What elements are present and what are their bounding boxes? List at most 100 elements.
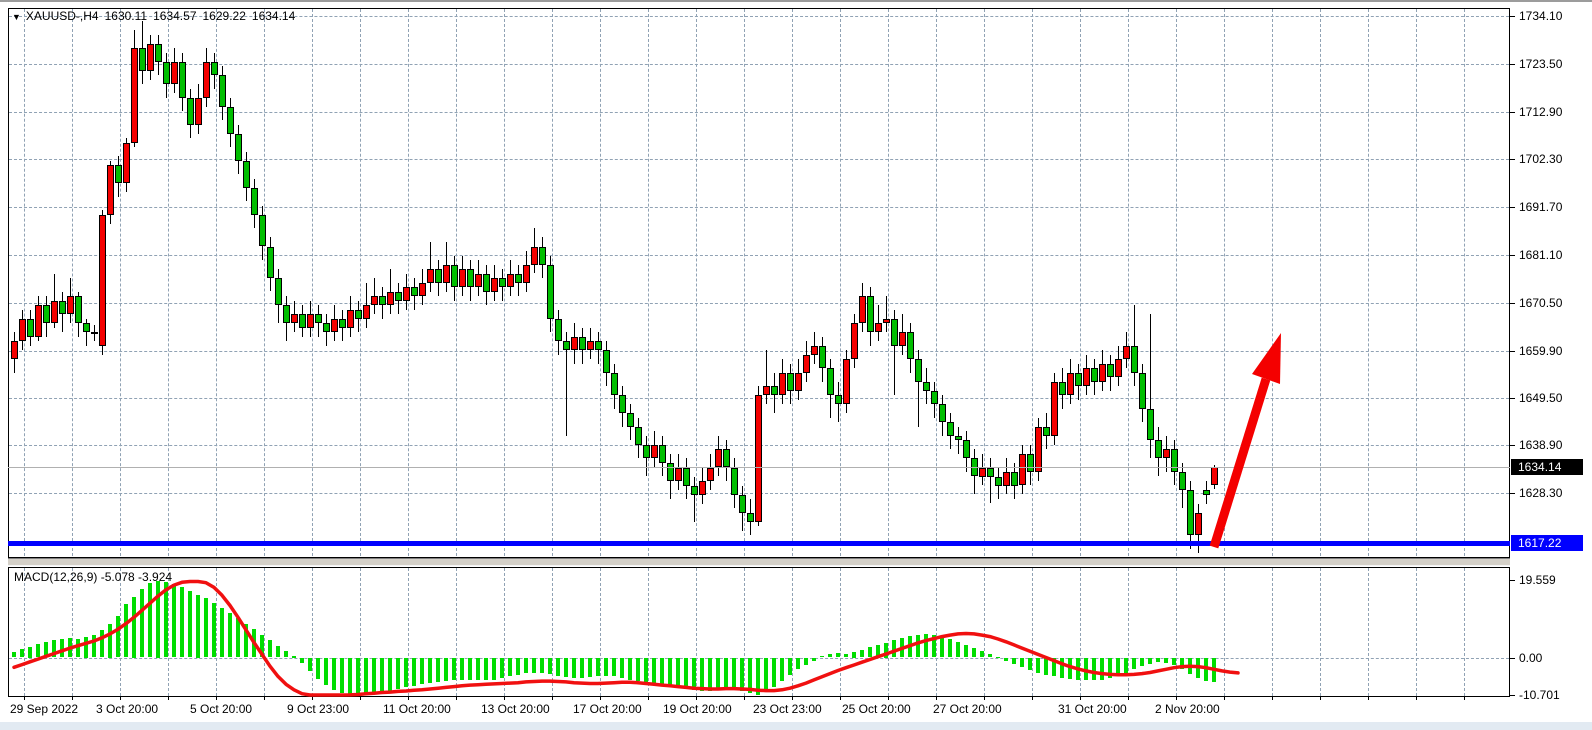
candle[interactable] — [1075, 373, 1082, 387]
candle[interactable] — [755, 395, 762, 521]
candle[interactable] — [35, 305, 42, 337]
candle[interactable] — [331, 319, 338, 333]
candle[interactable] — [1003, 472, 1010, 486]
candle[interactable] — [195, 98, 202, 125]
candle[interactable] — [563, 341, 570, 350]
candle[interactable] — [891, 319, 898, 346]
candle[interactable] — [747, 513, 754, 522]
candle[interactable] — [859, 296, 866, 323]
candle[interactable] — [691, 486, 698, 495]
candle[interactable] — [11, 341, 18, 359]
candle[interactable] — [739, 495, 746, 513]
candle[interactable] — [843, 359, 850, 404]
candle[interactable] — [907, 332, 914, 359]
candle[interactable] — [1043, 427, 1050, 436]
candle[interactable] — [83, 323, 90, 332]
candle[interactable] — [483, 274, 490, 292]
candle[interactable] — [315, 314, 322, 323]
candle[interactable] — [851, 323, 858, 359]
candle[interactable] — [811, 346, 818, 355]
candle[interactable] — [835, 395, 842, 404]
candle[interactable] — [1163, 449, 1170, 458]
candle[interactable] — [227, 107, 234, 134]
candle[interactable] — [987, 468, 994, 477]
candle[interactable] — [443, 265, 450, 283]
candle[interactable] — [1171, 449, 1178, 472]
candle[interactable] — [899, 332, 906, 346]
candle[interactable] — [771, 386, 778, 395]
candle[interactable] — [171, 62, 178, 85]
candle[interactable] — [1107, 364, 1114, 378]
candle[interactable] — [643, 445, 650, 459]
candle[interactable] — [627, 413, 634, 427]
candle[interactable] — [499, 278, 506, 287]
candle[interactable] — [355, 310, 362, 319]
candle[interactable] — [283, 305, 290, 323]
candle[interactable] — [1139, 373, 1146, 409]
candle[interactable] — [515, 274, 522, 283]
candle[interactable] — [1155, 440, 1162, 458]
candle[interactable] — [419, 283, 426, 297]
pane-separator[interactable] — [8, 558, 1510, 566]
candle[interactable] — [475, 274, 482, 288]
candle[interactable] — [603, 350, 610, 373]
candle[interactable] — [211, 62, 218, 76]
candle[interactable] — [243, 161, 250, 188]
candle[interactable] — [291, 314, 298, 323]
candle[interactable] — [523, 265, 530, 283]
candle[interactable] — [587, 341, 594, 350]
candle[interactable] — [1179, 472, 1186, 490]
candle[interactable] — [75, 296, 82, 323]
candle[interactable] — [379, 296, 386, 305]
candle[interactable] — [963, 440, 970, 458]
candle[interactable] — [387, 292, 394, 306]
candle[interactable] — [19, 319, 26, 342]
candle[interactable] — [555, 319, 562, 342]
candle[interactable] — [715, 449, 722, 467]
candle[interactable] — [67, 296, 74, 314]
candle[interactable] — [339, 319, 346, 328]
candle[interactable] — [219, 75, 226, 107]
candle[interactable] — [947, 422, 954, 436]
candle[interactable] — [611, 373, 618, 396]
candle[interactable] — [435, 269, 442, 283]
candle[interactable] — [139, 48, 146, 71]
candle[interactable] — [1019, 454, 1026, 486]
candle[interactable] — [683, 468, 690, 486]
candle[interactable] — [1131, 346, 1138, 373]
candle[interactable] — [123, 143, 130, 184]
candle[interactable] — [651, 445, 658, 459]
candle[interactable] — [571, 337, 578, 351]
candle[interactable] — [883, 319, 890, 324]
candle[interactable] — [107, 165, 114, 215]
candle[interactable] — [91, 332, 98, 334]
candle[interactable] — [931, 391, 938, 405]
candle[interactable] — [411, 287, 418, 296]
candle[interactable] — [427, 269, 434, 283]
candle[interactable] — [795, 373, 802, 391]
candle[interactable] — [299, 314, 306, 328]
candle[interactable] — [1203, 490, 1210, 495]
candle[interactable] — [1083, 368, 1090, 386]
candle[interactable] — [267, 247, 274, 279]
candle[interactable] — [955, 436, 962, 441]
candle[interactable] — [723, 449, 730, 467]
candle[interactable] — [203, 62, 210, 98]
candle[interactable] — [827, 368, 834, 395]
candle[interactable] — [51, 301, 58, 324]
candle[interactable] — [619, 395, 626, 413]
candle[interactable] — [1027, 454, 1034, 472]
candle[interactable] — [763, 386, 770, 395]
candle[interactable] — [731, 468, 738, 495]
candle[interactable] — [155, 44, 162, 62]
candle[interactable] — [259, 215, 266, 247]
candle[interactable] — [579, 337, 586, 351]
candle[interactable] — [491, 278, 498, 292]
candle[interactable] — [635, 427, 642, 445]
candle[interactable] — [275, 278, 282, 305]
candle[interactable] — [547, 265, 554, 319]
candle[interactable] — [1099, 364, 1106, 382]
candle[interactable] — [979, 468, 986, 477]
candle[interactable] — [1091, 368, 1098, 382]
candle[interactable] — [307, 314, 314, 328]
